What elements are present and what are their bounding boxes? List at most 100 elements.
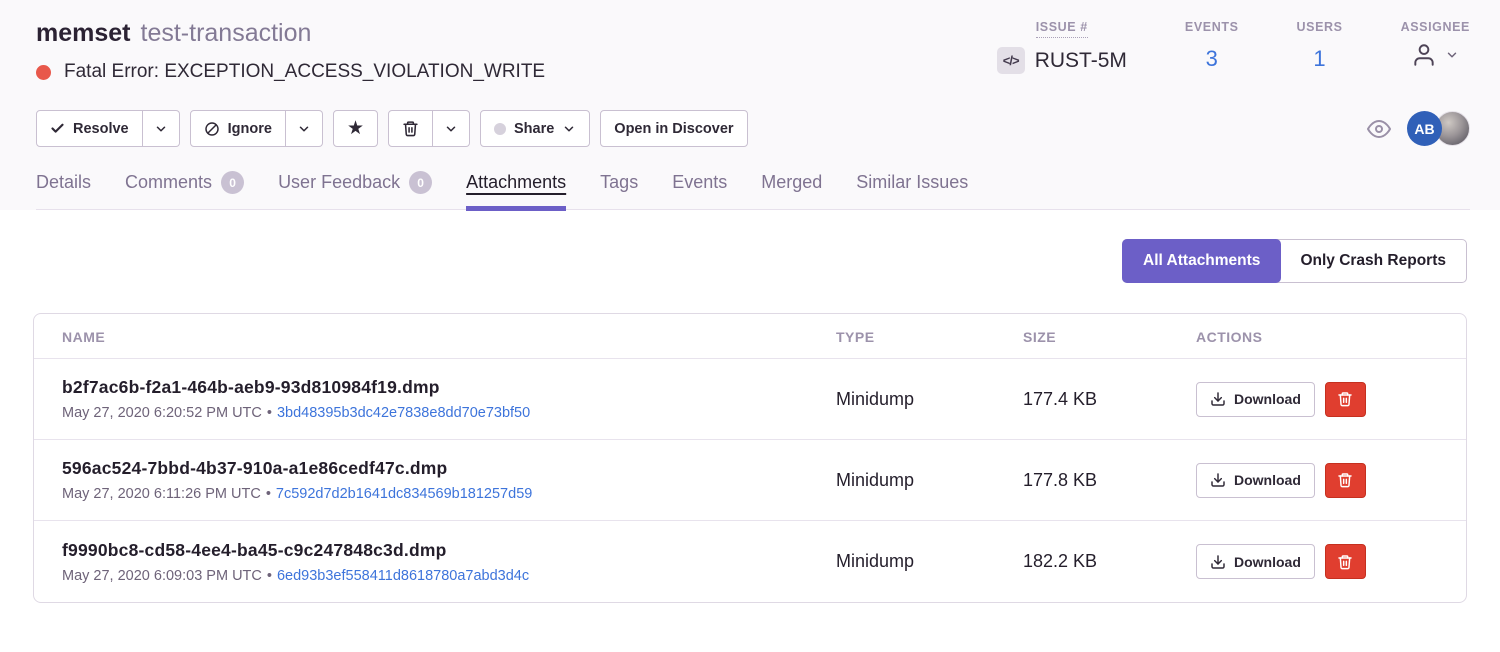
delete-button-group (388, 110, 470, 147)
chevron-down-icon (562, 122, 576, 136)
resolve-dropdown-button[interactable] (143, 110, 180, 147)
star-icon: ★ (347, 119, 364, 138)
culprit-function: memset (36, 19, 131, 47)
attachment-meta: May 27, 2020 6:20:52 PM UTC•3bd48395b3dc… (62, 405, 836, 421)
attachment-meta: May 27, 2020 6:09:03 PM UTC•6ed93b3ef558… (62, 568, 836, 584)
download-button[interactable]: Download (1196, 463, 1315, 498)
attachment-event-link[interactable]: 3bd48395b3dc42e7838e8dd70e73bf50 (277, 405, 530, 421)
chevron-down-icon (444, 122, 458, 136)
check-icon (50, 121, 65, 136)
attachment-type: Minidump (836, 551, 1023, 572)
attachments-panel: All Attachments Only Crash Reports NAME … (0, 210, 1500, 652)
attachment-size: 177.8 KB (1023, 470, 1196, 491)
avatar-participant-ab[interactable]: AB (1407, 111, 1442, 146)
issue-header: memsettest-transaction Fatal Error: EXCE… (0, 0, 1500, 210)
table-header-row: NAME TYPE SIZE ACTIONS (34, 314, 1466, 359)
resolve-button-group: Resolve (36, 110, 180, 147)
attachment-row: 596ac524-7bbd-4b37-910a-a1e86cedf47c.dmp… (34, 440, 1466, 521)
events-label: EVENTS (1185, 20, 1239, 37)
attachment-filter-toggle: All Attachments Only Crash Reports (1122, 239, 1467, 283)
attachment-date: May 27, 2020 6:20:52 PM UTC (62, 405, 262, 421)
download-button[interactable]: Download (1196, 544, 1315, 579)
tab-count-badge: 0 (221, 171, 244, 194)
stat-assignee: ASSIGNEE (1401, 20, 1470, 68)
delete-dropdown-button[interactable] (433, 110, 470, 147)
column-header-actions: ACTIONS (1196, 329, 1438, 345)
download-button[interactable]: Download (1196, 382, 1315, 417)
attachment-row: b2f7ac6b-f2a1-464b-aeb9-93d810984f19.dmp… (34, 359, 1466, 440)
tab-tags[interactable]: Tags (600, 171, 638, 209)
users-count[interactable]: 1 (1313, 46, 1325, 72)
assignee-label: ASSIGNEE (1401, 20, 1470, 37)
attachment-size: 182.2 KB (1023, 551, 1196, 572)
code-icon: </> (997, 47, 1025, 74)
events-count[interactable]: 3 (1206, 46, 1218, 72)
trash-icon (1337, 554, 1353, 570)
tab-label: Tags (600, 172, 638, 193)
issue-page: memsettest-transaction Fatal Error: EXCE… (0, 0, 1500, 652)
tab-merged[interactable]: Merged (761, 171, 822, 209)
users-label: USERS (1297, 20, 1343, 37)
attachment-meta: May 27, 2020 6:11:26 PM UTC•7c592d7d2b16… (62, 486, 836, 502)
stat-events: EVENTS 3 (1185, 20, 1239, 72)
attachment-size: 177.4 KB (1023, 389, 1196, 410)
stat-issue-number: ISSUE # </> RUST-5M (997, 20, 1127, 74)
tab-comments[interactable]: Comments 0 (125, 171, 244, 209)
delete-attachment-button[interactable] (1325, 544, 1366, 579)
attachment-date: May 27, 2020 6:09:03 PM UTC (62, 568, 262, 584)
stat-users: USERS 1 (1297, 20, 1343, 72)
tab-similar-issues[interactable]: Similar Issues (856, 171, 968, 209)
attachment-type: Minidump (836, 470, 1023, 491)
trash-icon (402, 120, 419, 137)
ignore-button-group: Ignore (190, 110, 323, 147)
share-button[interactable]: Share (480, 110, 590, 147)
issue-number-label: ISSUE # (1036, 20, 1088, 38)
tab-label: Merged (761, 172, 822, 193)
attachment-row: f9990bc8-cd58-4ee4-ba45-c9c247848c3d.dmp… (34, 521, 1466, 602)
page-title: memsettest-transaction (36, 18, 545, 48)
resolve-button[interactable]: Resolve (36, 110, 143, 147)
filter-only-crash-reports[interactable]: Only Crash Reports (1280, 240, 1466, 282)
trash-icon (1337, 391, 1353, 407)
action-toolbar: Resolve Ignore ★ (36, 110, 1470, 147)
delete-button[interactable] (388, 110, 433, 147)
column-header-size: SIZE (1023, 329, 1196, 345)
error-level-dot (36, 65, 51, 80)
attachment-filename: b2f7ac6b-f2a1-464b-aeb9-93d810984f19.dmp (62, 377, 836, 398)
filter-all-attachments[interactable]: All Attachments (1122, 239, 1281, 283)
subscribe-eye-icon[interactable] (1367, 117, 1391, 141)
download-icon (1210, 554, 1226, 570)
tab-label: Events (672, 172, 727, 193)
error-title: Fatal Error: EXCEPTION_ACCESS_VIOLATION_… (64, 61, 545, 83)
user-icon (1411, 42, 1437, 68)
tab-attachments[interactable]: Attachments (466, 171, 566, 209)
tab-label: Details (36, 172, 91, 193)
tab-label: User Feedback (278, 172, 400, 193)
delete-attachment-button[interactable] (1325, 382, 1366, 417)
attachment-event-link[interactable]: 6ed93b3ef558411d8618780a7abd3d4c (277, 568, 529, 584)
ban-icon (204, 121, 220, 137)
assignee-selector[interactable] (1411, 42, 1459, 68)
attachment-filename: 596ac524-7bbd-4b37-910a-a1e86cedf47c.dmp (62, 458, 836, 479)
tab-label: Comments (125, 172, 212, 193)
column-header-type: TYPE (836, 329, 1023, 345)
tab-details[interactable]: Details (36, 171, 91, 209)
download-icon (1210, 391, 1226, 407)
issue-stats: ISSUE # </> RUST-5M EVENTS 3 USERS 1 ASS… (939, 18, 1470, 74)
attachment-event-link[interactable]: 7c592d7d2b1641dc834569b181257d59 (276, 486, 532, 502)
attachment-type: Minidump (836, 389, 1023, 410)
trash-icon (1337, 472, 1353, 488)
delete-attachment-button[interactable] (1325, 463, 1366, 498)
tab-events[interactable]: Events (672, 171, 727, 209)
chevron-down-icon (1445, 48, 1459, 62)
ignore-button[interactable]: Ignore (190, 110, 286, 147)
bookmark-button[interactable]: ★ (333, 110, 378, 147)
tab-label: Similar Issues (856, 172, 968, 193)
tab-count-badge: 0 (409, 171, 432, 194)
ignore-dropdown-button[interactable] (286, 110, 323, 147)
issue-short-id[interactable]: RUST-5M (1035, 49, 1127, 73)
download-icon (1210, 472, 1226, 488)
open-in-discover-button[interactable]: Open in Discover (600, 110, 747, 147)
title-block: memsettest-transaction Fatal Error: EXCE… (36, 18, 545, 83)
tab-user-feedback[interactable]: User Feedback 0 (278, 171, 432, 209)
